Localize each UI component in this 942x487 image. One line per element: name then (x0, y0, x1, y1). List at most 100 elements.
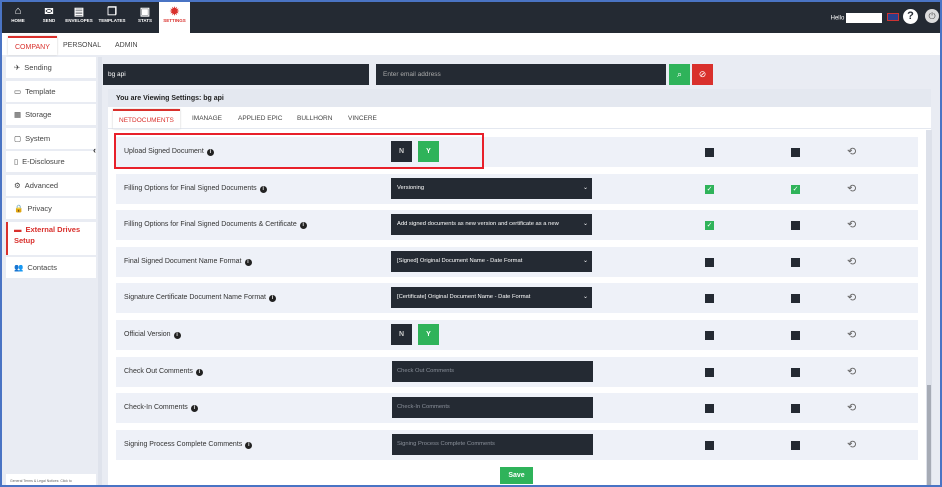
checkbox-col1[interactable] (705, 331, 714, 340)
envelope-icon: ✉ (44, 6, 54, 18)
checkbox-col2[interactable] (791, 331, 800, 340)
nav-settings[interactable]: ✹ SETTINGS (159, 0, 190, 33)
sidebar-item[interactable]: ▬ External Drives Setup (6, 221, 96, 255)
clear-button[interactable]: ⊘ (692, 64, 713, 85)
no-toggle-button[interactable]: N (391, 324, 412, 345)
option-select[interactable]: Add signed documents as new version and … (391, 214, 592, 236)
nav-templates[interactable]: ❐ TEMPLATES (97, 0, 127, 33)
history-icon[interactable]: ⟲ (847, 365, 856, 378)
sidebar-icon: 🔒 (14, 204, 24, 213)
checkbox-col2[interactable] (791, 294, 800, 304)
sidebar-item[interactable]: ▢ System (6, 127, 96, 149)
scrollbar[interactable] (926, 130, 932, 485)
inbox-icon: ▤ (73, 6, 85, 18)
save-button[interactable]: Save (500, 467, 533, 484)
help-icon[interactable]: ? (903, 9, 918, 24)
sidebar-icon: ▯ (14, 157, 19, 166)
setting-label: Filling Options for Final Signed Documen… (124, 221, 307, 230)
checkbox-col1[interactable]: ✓ (705, 184, 714, 194)
checkbox-col1[interactable] (705, 367, 714, 377)
comment-input[interactable]: Check-In Comments (392, 397, 593, 419)
sidebar-item[interactable]: ▦ Storage (6, 104, 96, 125)
chevron-down-icon: ⌄ (582, 184, 588, 191)
setting-label: Signature Certificate Document Name Form… (124, 294, 276, 303)
history-icon[interactable]: ⟲ (847, 328, 856, 341)
history-icon[interactable]: ⟲ (847, 182, 856, 195)
tab-admin[interactable]: ADMIN (108, 36, 145, 55)
nav-envelopes[interactable]: ▤ ENVELOPES (64, 0, 94, 33)
history-icon[interactable]: ⟲ (847, 438, 856, 451)
sidebar-item[interactable]: ✈ Sending (6, 57, 96, 78)
checkbox-col1[interactable] (705, 404, 714, 414)
comment-input[interactable]: Signing Process Complete Comments (392, 433, 593, 455)
info-icon[interactable]: i (195, 368, 203, 376)
tab-vincere[interactable]: VINCERE (342, 109, 383, 129)
checkbox-col2[interactable] (791, 221, 800, 231)
email-search-input[interactable]: Enter email address (376, 64, 666, 85)
option-select[interactable]: [Signed] Original Document Name - Date F… (391, 250, 592, 272)
nav-stats[interactable]: ▣ STATS (130, 0, 160, 33)
label-text: Filling Options for Final Signed Documen… (124, 221, 297, 229)
templates-icon: ❐ (107, 6, 117, 18)
info-icon[interactable]: i (245, 441, 253, 449)
setting-label: Check Out Comments i (124, 368, 203, 376)
sidebar-item[interactable]: ▯ E-Disclosure (6, 151, 96, 172)
checkbox-col2[interactable] (791, 257, 800, 267)
checkbox-col1[interactable] (705, 257, 714, 267)
info-icon[interactable]: i (173, 332, 181, 339)
tab-bullhorn[interactable]: BULLHORN (291, 109, 338, 129)
checkbox-col1[interactable] (705, 148, 714, 157)
language-flag-icon[interactable] (887, 13, 899, 21)
sidebar-item[interactable]: 🔒 Privacy (6, 198, 96, 219)
account-name-field[interactable]: bg api (103, 64, 369, 85)
setting-row: Official Version i N Y ⟲ (116, 320, 918, 350)
history-icon[interactable]: ⟲ (847, 291, 856, 304)
tab-imanage[interactable]: IMANAGE (186, 109, 228, 129)
legal-notice-link[interactable]: General Terms & Legal Notices: Click to (6, 474, 96, 487)
sidebar-item[interactable]: ⚙ Advanced (6, 174, 96, 196)
tab-company[interactable]: COMPANY (8, 36, 57, 55)
setting-row: Check Out Comments i Check Out Comments ⟲ (116, 356, 918, 387)
checkbox-col2[interactable] (791, 148, 800, 157)
info-icon[interactable]: i (269, 295, 276, 303)
tab-netdocuments[interactable]: NETDOCUMENTS (113, 109, 180, 129)
nav-send[interactable]: ✉ SEND (34, 0, 64, 33)
info-icon[interactable]: i (244, 258, 252, 266)
nav-home[interactable]: ⌂ HOME (3, 0, 33, 33)
info-icon[interactable]: i (299, 222, 307, 230)
label-text: Signing Process Complete Comments (124, 440, 243, 448)
sidebar-item[interactable]: ▭ Template (6, 80, 96, 102)
tab-personal[interactable]: PERSONAL (56, 36, 108, 55)
history-icon[interactable]: ⟲ (847, 401, 856, 414)
logout-icon[interactable]: ⏻ (925, 9, 939, 23)
setting-row: Signing Process Complete Comments i Signin… (116, 429, 918, 460)
info-icon[interactable]: i (259, 185, 267, 193)
sidebar-item-label: E-Disclosure (22, 157, 65, 166)
setting-row: Final Signed Document Name Format i [Signe… (116, 246, 918, 277)
chevron-down-icon: ⌄ (582, 221, 588, 228)
history-icon[interactable]: ⟲ (847, 255, 856, 268)
checkbox-col2[interactable] (791, 404, 800, 414)
sidebar-item-label: Sending (24, 63, 52, 72)
yes-toggle-button[interactable]: Y (418, 324, 439, 345)
history-icon[interactable]: ⟲ (847, 145, 856, 158)
setting-label: Final Signed Document Name Format i (124, 258, 252, 266)
checkbox-col1[interactable] (705, 294, 714, 304)
checkbox-col1[interactable]: ✓ (705, 221, 714, 231)
sidebar-icon: ▢ (14, 133, 22, 143)
info-icon[interactable]: i (190, 405, 198, 413)
history-icon[interactable]: ⟲ (847, 218, 856, 231)
collapse-sidebar-icon[interactable]: ‹ (93, 145, 96, 155)
checkbox-col2[interactable]: ✓ (791, 184, 800, 194)
checkbox-col2[interactable] (791, 440, 800, 450)
sidebar-item[interactable]: 👥 Contacts (6, 257, 96, 278)
option-select[interactable]: Versioning ⌄ (391, 177, 592, 199)
checkbox-col2[interactable] (791, 367, 800, 377)
option-select[interactable]: [Certificate] Original Document Name - D… (391, 287, 592, 309)
comment-input[interactable]: Check Out Comments (392, 360, 593, 382)
setting-label: Official Version i (124, 331, 181, 339)
sidebar-icon: ✈ (14, 63, 21, 72)
tab-applied-epic[interactable]: APPLIED EPIC (232, 109, 288, 129)
checkbox-col1[interactable] (705, 440, 714, 450)
search-button[interactable]: ⌕ (669, 64, 690, 85)
